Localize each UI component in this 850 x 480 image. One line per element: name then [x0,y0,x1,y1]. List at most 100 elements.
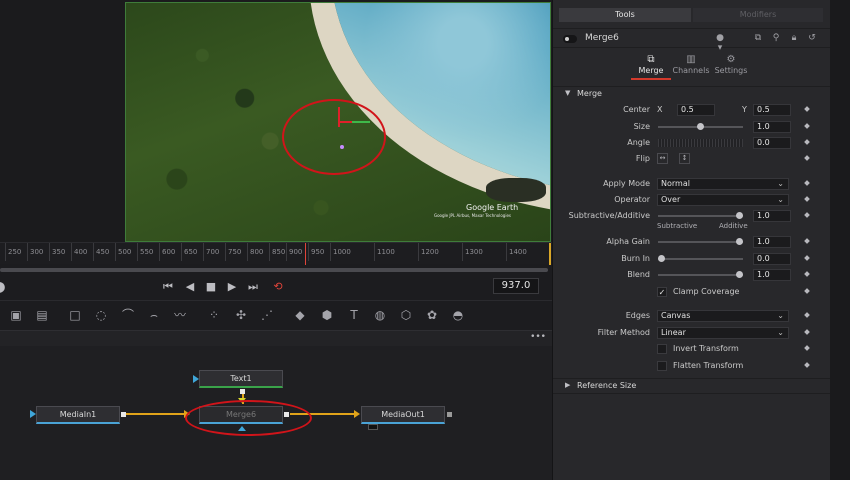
slider-knob[interactable] [736,238,743,245]
keyframe-icon[interactable] [804,123,810,129]
blend-field[interactable]: 1.0 [753,269,791,281]
alpha-gain-field[interactable]: 1.0 [753,236,791,248]
keyframe-icon[interactable] [804,212,810,218]
timecode-field[interactable]: 937.0 [493,278,539,294]
particles-icon[interactable]: ⁘ [206,307,222,323]
flatten-transform-checkbox[interactable] [657,361,667,371]
flip-horizontal-icon[interactable]: ↔ [657,153,668,164]
timeline-scrollbar[interactable] [0,268,548,272]
rectangle-mask-icon[interactable]: □ [67,307,83,323]
render-end-marker[interactable] [549,243,551,265]
text3d-icon[interactable]: ⬢ [319,307,335,323]
keyframe-icon[interactable] [804,238,810,244]
play-icon[interactable]: ▶ [224,279,240,295]
keyframe-icon[interactable] [804,155,810,161]
center-y-field[interactable]: 0.5 [753,104,791,116]
pivot-point[interactable] [340,145,344,149]
channels-tab-icon: ▥ [686,54,696,65]
keyframe-icon[interactable] [804,180,810,186]
ruler-tick: 700 [202,243,220,261]
keyframe-icon[interactable] [804,345,810,351]
skip-end-icon[interactable]: ⏭ [245,279,261,295]
param-operator: Operator Over ⌄ [553,192,831,208]
merge3d-icon[interactable]: ✿ [424,307,440,323]
camera3d-icon[interactable]: T [346,307,362,323]
subtab-settings[interactable]: ⚙ Settings [711,54,751,80]
apply-mode-select[interactable]: Normal ⌄ [657,178,789,190]
subadd-field[interactable]: 1.0 [753,210,791,222]
keyframe-icon[interactable] [804,255,810,261]
clamp-coverage-checkbox[interactable]: ✓ [657,287,667,297]
renderer3d-icon[interactable]: ◍ [372,307,388,323]
playhead[interactable] [305,243,306,265]
step-back-icon[interactable]: ◀ [182,279,198,295]
subtab-channels[interactable]: ▥ Channels [671,54,711,80]
node-mediain1[interactable]: MediaIn1 [36,406,120,424]
time-ruler[interactable]: 250 300 350 400 450 500 550 600 650 700 … [0,242,552,265]
node-editor[interactable]: Text1 MediaIn1 Merge6 MediaOut1 [0,346,552,480]
image-tool-icon[interactable]: ▤ [34,307,50,323]
subtab-merge[interactable]: ⧉ Merge [631,54,671,80]
keyframe-icon[interactable] [804,288,810,294]
ellipse-mask-icon[interactable]: ◌ [93,307,109,323]
polygon-mask-icon[interactable]: ⌒ [120,307,136,323]
tab-tools[interactable]: Tools [559,8,691,22]
flip-vertical-icon[interactable]: ↕ [679,153,690,164]
node-output-port[interactable] [447,412,452,417]
burn-in-field[interactable]: 0.0 [753,253,791,265]
invert-transform-checkbox[interactable] [657,344,667,354]
keyframe-icon[interactable] [804,196,810,202]
more-options-icon[interactable]: ••• [530,332,546,342]
filter-method-select[interactable]: Linear ⌄ [657,327,789,339]
loop-icon[interactable]: ⟲ [270,279,286,295]
center-x-field[interactable]: 0.5 [677,104,715,116]
burn-in-slider[interactable] [658,255,743,262]
section-reference-size-header[interactable]: ▶ Reference Size [553,378,831,394]
size-slider[interactable] [658,123,743,130]
transform-x-handle[interactable] [338,121,352,123]
tracker-icon[interactable]: ✣ [233,307,249,323]
alpha-gain-slider[interactable] [658,238,743,245]
pin-icon[interactable]: ⚲ [771,33,781,43]
keyframe-icon[interactable] [804,362,810,368]
export-icon[interactable]: ◓ [450,307,466,323]
shape3d-icon[interactable]: ◆ [292,307,308,323]
slider-knob[interactable] [736,271,743,278]
transform-center-handle[interactable] [352,121,370,123]
reset-icon[interactable]: ↺ [807,33,817,43]
keyframe-icon[interactable] [804,271,810,277]
node-mediaout1[interactable]: MediaOut1 [361,406,445,424]
bspline-mask-icon[interactable]: ⌢ [146,307,162,323]
edges-select[interactable]: Canvas ⌄ [657,310,789,322]
subadd-slider[interactable] [658,212,743,219]
slider-knob[interactable] [736,212,743,219]
tab-modifiers[interactable]: Modifiers [693,8,823,22]
color-dot-icon[interactable]: ● ▾ [715,33,725,53]
transform-y-handle[interactable] [338,107,340,127]
angle-field[interactable]: 0.0 [753,137,791,149]
version-icon[interactable]: ⧉ [753,33,763,43]
view-indicator-icon[interactable] [368,424,378,430]
lock-icon[interactable]: 🔒︎ [789,33,799,43]
size-field[interactable]: 1.0 [753,121,791,133]
background-tool-icon[interactable]: ▣ [8,307,24,323]
stop-icon[interactable]: ■ [203,279,219,295]
skip-start-icon[interactable]: ⏮ [160,279,176,295]
keyframe-icon[interactable] [804,139,810,145]
keyframe-icon[interactable] [804,312,810,318]
slider-knob[interactable] [697,123,704,130]
node-enable-toggle[interactable] [563,35,577,43]
paint-icon[interactable]: 〰 [172,307,188,323]
keyframe-icon[interactable] [804,106,810,112]
blend-slider[interactable] [658,271,743,278]
angle-thumbwheel[interactable] [658,139,743,147]
play-reverse-icon[interactable]: ◗ [0,279,10,295]
keyframe-icon[interactable] [804,329,810,335]
viewer-image[interactable]: Google Earth Google JPL Airbus, Maxar Te… [125,2,551,242]
node-text1[interactable]: Text1 [199,370,283,388]
operator-select[interactable]: Over ⌄ [657,194,789,206]
section-merge-header[interactable]: ▼ Merge [553,86,831,100]
merge-icon[interactable]: ⋰ [259,307,275,323]
spotlight-icon[interactable]: ⬡ [398,307,414,323]
slider-knob[interactable] [658,255,665,262]
